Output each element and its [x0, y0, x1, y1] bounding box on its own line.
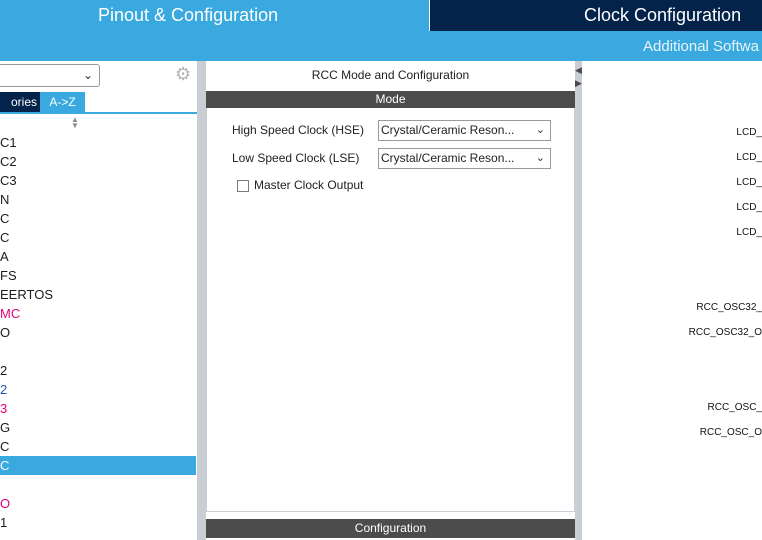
- sort-icon[interactable]: ▲ ▼: [70, 116, 80, 130]
- list-item-label: G: [0, 420, 11, 435]
- collapse-arrow-icon[interactable]: ◀ ▶: [575, 64, 582, 92]
- list-item-label: 3: [0, 401, 8, 416]
- list-item-label: C: [0, 458, 10, 473]
- category-select[interactable]: ⌄: [0, 64, 100, 87]
- list-item-label: MC: [0, 306, 21, 321]
- list-item[interactable]: FS: [0, 266, 196, 285]
- list-item-label: C: [0, 439, 10, 454]
- pin-label: LCD_: [736, 127, 762, 138]
- pin-label: LCD_: [736, 202, 762, 213]
- list-item[interactable]: C3: [0, 171, 196, 190]
- pin-label: LCD_: [736, 177, 762, 188]
- master-clock-output-label: Master Clock Output: [254, 178, 364, 192]
- list-item[interactable]: 1: [0, 513, 196, 532]
- list-item[interactable]: 2: [0, 380, 196, 399]
- splitter-right[interactable]: [575, 61, 582, 540]
- list-item[interactable]: C: [0, 228, 196, 247]
- panel-title: RCC Mode and Configuration: [311, 68, 470, 82]
- list-item-label: A: [0, 249, 9, 264]
- hse-label: High Speed Clock (HSE): [232, 123, 365, 137]
- list-item[interactable]: 3: [0, 399, 196, 418]
- tab-clock-label: Clock Configuration: [584, 5, 742, 25]
- list-item[interactable]: EERTOS: [0, 285, 196, 304]
- chevron-down-icon: ⌄: [535, 124, 545, 136]
- list-item-label: 2: [0, 382, 8, 397]
- pin-label: LCD_: [736, 152, 762, 163]
- additional-software-bar[interactable]: Additional Softwa: [0, 31, 762, 61]
- list-item[interactable]: A: [0, 247, 196, 266]
- list-item[interactable]: O: [0, 494, 196, 513]
- splitter-left[interactable]: [197, 61, 206, 540]
- list-item[interactable]: MC: [0, 304, 196, 323]
- list-item[interactable]: C: [0, 209, 196, 228]
- tab-clock-configuration[interactable]: Clock Configuration: [430, 0, 762, 31]
- list-item-label: EERTOS: [0, 287, 53, 302]
- hse-value: Crystal/Ceramic Reson...: [381, 123, 515, 137]
- list-item-label: O: [0, 325, 11, 340]
- pin-label: LCD_: [736, 227, 762, 238]
- chevron-down-icon: ⌄: [535, 152, 545, 164]
- tab-pinout-label: Pinout & Configuration: [98, 5, 279, 25]
- list-item[interactable]: C1: [0, 133, 196, 152]
- hse-dropdown[interactable]: Crystal/Ceramic Reson... ⌄: [378, 120, 551, 141]
- lse-label: Low Speed Clock (LSE): [232, 151, 360, 165]
- list-item-label: C: [0, 230, 10, 245]
- list-item[interactable]: [0, 475, 196, 494]
- gear-icon[interactable]: ⚙: [175, 65, 193, 83]
- additional-software-label: Additional Softwa: [643, 37, 759, 55]
- lse-value: Crystal/Ceramic Reson...: [381, 151, 515, 165]
- list-item-label: 1: [0, 515, 8, 530]
- list-item-label: 2: [0, 363, 8, 378]
- list-item[interactable]: [0, 342, 196, 361]
- pin-label: RCC_OSC_O: [699, 427, 762, 438]
- list-item[interactable]: C2: [0, 152, 196, 171]
- list-item[interactable]: C: [0, 456, 196, 475]
- tab-pinout-configuration[interactable]: Pinout & Configuration: [0, 0, 429, 31]
- mode-header[interactable]: Mode: [206, 91, 575, 108]
- list-item[interactable]: G: [0, 418, 196, 437]
- list-item[interactable]: N: [0, 190, 196, 209]
- configuration-header[interactable]: Configuration: [206, 519, 575, 538]
- list-item-label: C: [0, 211, 10, 226]
- list-item[interactable]: O: [0, 323, 196, 342]
- list-item-label: O: [0, 496, 11, 511]
- master-clock-output-checkbox[interactable]: [237, 180, 249, 192]
- list-item-label: C1: [0, 135, 17, 150]
- tab-a-to-z[interactable]: A->Z: [40, 92, 85, 112]
- list-item[interactable]: 2: [0, 361, 196, 380]
- tab-categories[interactable]: ories: [0, 92, 40, 112]
- pin-label: RCC_OSC32_O: [688, 327, 762, 338]
- list-item[interactable]: C: [0, 437, 196, 456]
- pin-label: RCC_OSC32_: [696, 302, 762, 313]
- pin-label: RCC_OSC_: [707, 402, 762, 413]
- chevron-down-icon: ⌄: [82, 68, 93, 82]
- list-item-label: N: [0, 192, 10, 207]
- list-item-label: C3: [0, 173, 17, 188]
- list-item-label: C2: [0, 154, 17, 169]
- list-item-label: FS: [0, 268, 17, 283]
- lse-dropdown[interactable]: Crystal/Ceramic Reson... ⌄: [378, 148, 551, 169]
